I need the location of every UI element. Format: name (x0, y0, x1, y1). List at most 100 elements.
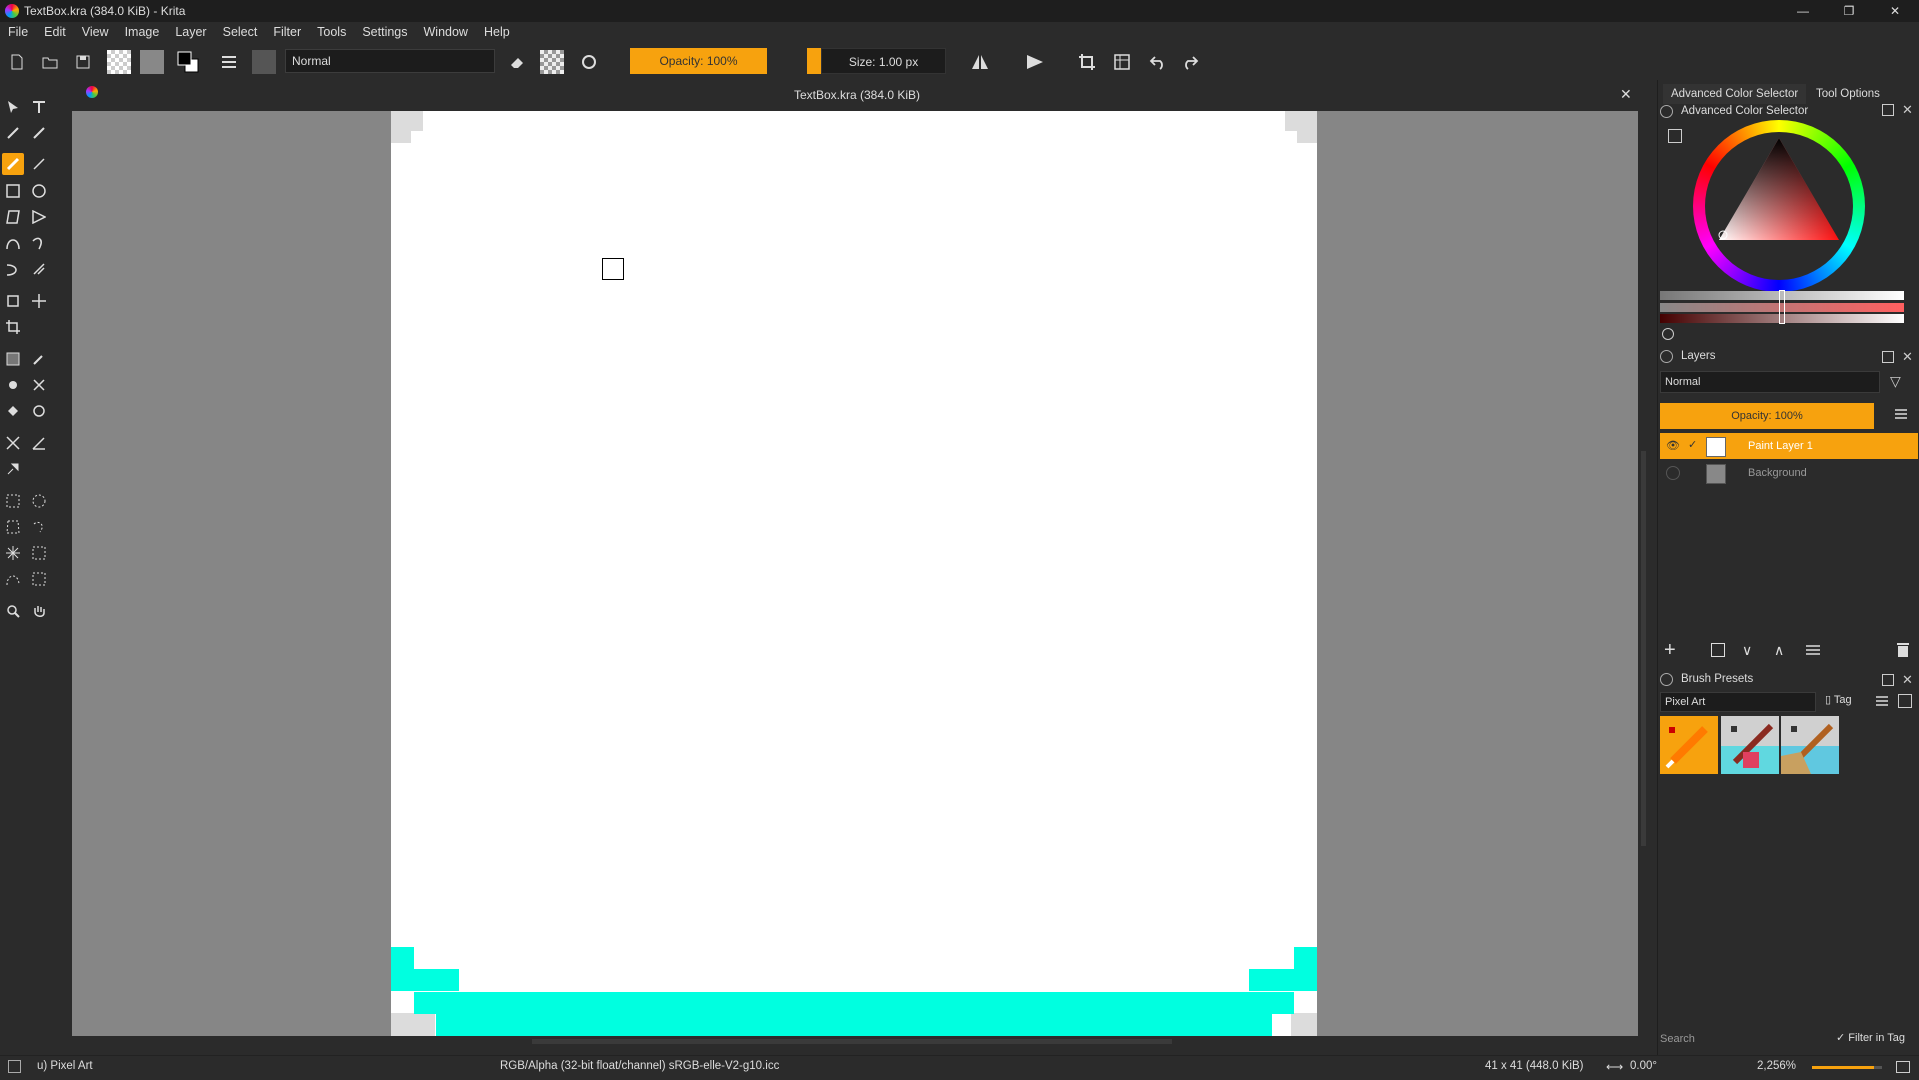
vertical-scroll-thumb[interactable] (1641, 451, 1646, 846)
add-layer-icon[interactable]: + (1664, 640, 1676, 660)
opacity-slider[interactable]: Opacity: 100% (630, 48, 767, 74)
bezier-selection-tool-icon[interactable] (2, 568, 24, 590)
line-tool-icon[interactable] (28, 153, 50, 175)
freehand-brush-tool-icon[interactable] (2, 153, 24, 175)
move-tool-icon[interactable] (28, 290, 50, 312)
float-layers-panel-icon[interactable] (1882, 351, 1894, 363)
menu-settings[interactable]: Settings (354, 22, 415, 44)
preserve-alpha-icon[interactable] (540, 50, 564, 74)
open-folder-icon[interactable] (38, 50, 62, 74)
brush-preset-pixel-texture[interactable] (1781, 716, 1839, 774)
save-icon[interactable] (71, 50, 95, 74)
color-selector-settings-icon[interactable] (1668, 129, 1682, 143)
menu-help[interactable]: Help (476, 22, 518, 44)
gradient-tool-icon[interactable] (2, 348, 24, 370)
close-layers-panel-icon[interactable]: ✕ (1902, 349, 1913, 365)
delete-layer-icon[interactable] (1896, 642, 1910, 658)
polygonal-selection-tool-icon[interactable] (2, 516, 24, 538)
tag-button[interactable]: ▯ Tag (1825, 693, 1852, 706)
menu-select[interactable]: Select (215, 22, 266, 44)
undo-icon[interactable] (1146, 50, 1170, 74)
elliptical-selection-tool-icon[interactable] (28, 490, 50, 512)
brush-preset-icon[interactable] (252, 50, 276, 74)
slider-handle[interactable] (1779, 290, 1785, 324)
layer-row-paint-layer-1[interactable]: 👁 ✓ Paint Layer 1 (1660, 433, 1918, 459)
vertical-scrollbar[interactable] (1638, 111, 1650, 1036)
float-panel-icon[interactable] (1882, 104, 1894, 116)
redo-icon[interactable] (1178, 50, 1202, 74)
layer-name[interactable]: Paint Layer 1 (1748, 440, 1813, 452)
close-panel-icon[interactable]: ✕ (1902, 102, 1913, 118)
refresh-icon[interactable] (1662, 328, 1674, 340)
pattern-selector-icon[interactable] (140, 50, 164, 74)
colorize-mask-tool-icon[interactable] (2, 374, 24, 396)
canvas-only-mode-icon[interactable] (1896, 1061, 1910, 1073)
preset-display-icon[interactable] (1898, 694, 1912, 708)
brush-size-slider[interactable]: Size: 1.00 px (821, 48, 946, 74)
contiguous-selection-tool-icon[interactable] (2, 542, 24, 564)
close-brush-presets-icon[interactable]: ✕ (1902, 672, 1913, 688)
transform-tool-icon[interactable] (2, 290, 24, 312)
dynamic-brush-tool-icon[interactable] (2, 258, 24, 280)
calligraphy-tool-icon[interactable] (28, 122, 50, 144)
brush-presets-lock-icon[interactable] (1660, 673, 1673, 686)
visibility-eye-icon[interactable]: 👁 (1666, 439, 1680, 452)
multibrush-tool-icon[interactable] (28, 258, 50, 280)
color-picker-tool-icon[interactable] (28, 348, 50, 370)
freehand-selection-tool-icon[interactable] (28, 516, 50, 538)
fill-tool-icon[interactable] (2, 400, 24, 422)
document-tab-title[interactable]: TextBox.kra (384.0 KiB) (72, 88, 1642, 102)
magnetic-selection-tool-icon[interactable] (28, 568, 50, 590)
enclose-fill-tool-icon[interactable] (28, 400, 50, 422)
visibility-eye-icon[interactable] (1666, 466, 1680, 480)
crop-tool-icon[interactable] (2, 316, 24, 338)
float-brush-presets-icon[interactable] (1882, 674, 1894, 686)
bezier-tool-icon[interactable] (2, 232, 24, 254)
menu-edit[interactable]: Edit (36, 22, 74, 44)
layer-opacity-slider[interactable]: Opacity: 100% (1660, 403, 1874, 429)
color-hue-ring[interactable] (1693, 120, 1865, 292)
layer-name[interactable]: Background (1748, 467, 1807, 479)
text-tool-icon[interactable] (28, 96, 50, 118)
polyline-tool-icon[interactable] (28, 206, 50, 228)
gradient-selector-icon[interactable] (107, 50, 131, 74)
edit-shapes-tool-icon[interactable] (2, 122, 24, 144)
maximize-button[interactable]: ❐ (1826, 0, 1872, 22)
panel-lock-icon[interactable] (1660, 105, 1673, 118)
horizontal-scrollbar[interactable] (72, 1036, 1638, 1048)
rotation-icon[interactable]: ⟷ (1606, 1060, 1623, 1074)
canvas[interactable] (391, 111, 1317, 1036)
blend-mode-select[interactable]: Normal (285, 49, 495, 73)
menu-image[interactable]: Image (117, 22, 168, 44)
zoom-slider[interactable] (1812, 1066, 1882, 1069)
horizontal-scroll-thumb[interactable] (532, 1039, 1172, 1044)
menu-file[interactable]: File (0, 22, 36, 44)
brush-search-input[interactable]: Search (1660, 1030, 1830, 1053)
ellipse-tool-icon[interactable] (28, 180, 50, 202)
selection-status-icon[interactable] (8, 1060, 21, 1073)
brush-settings-icon[interactable] (217, 50, 241, 74)
menu-view[interactable]: View (74, 22, 117, 44)
similar-color-selection-tool-icon[interactable] (28, 542, 50, 564)
crop-toolbar-icon[interactable] (1075, 50, 1099, 74)
smart-patch-tool-icon[interactable] (28, 374, 50, 396)
menu-window[interactable]: Window (416, 22, 476, 44)
brush-preset-pixel-dither[interactable] (1721, 716, 1779, 774)
measure-tool-icon[interactable] (28, 432, 50, 454)
tab-advanced-color-selector[interactable]: Advanced Color Selector (1663, 84, 1807, 104)
preset-view-options-icon[interactable] (1875, 694, 1889, 708)
reference-images-tool-icon[interactable] (2, 458, 24, 480)
mirror-vertical-icon[interactable] (1023, 50, 1047, 74)
close-document-button[interactable]: ✕ (1620, 86, 1632, 103)
mirror-horizontal-icon[interactable] (968, 50, 992, 74)
move-layer-up-icon[interactable]: ∧ (1774, 642, 1784, 659)
layer-menu-icon[interactable] (1894, 407, 1908, 421)
menu-filter[interactable]: Filter (265, 22, 309, 44)
rectangular-selection-tool-icon[interactable] (2, 490, 24, 512)
move-layer-down-icon[interactable]: ∨ (1742, 642, 1752, 659)
brush-tag-select[interactable]: Pixel Art (1660, 692, 1816, 712)
fg-bg-color-icon[interactable] (176, 50, 200, 74)
freehand-path-tool-icon[interactable] (28, 232, 50, 254)
assistant-tool-icon[interactable] (2, 432, 24, 454)
pan-tool-icon[interactable] (28, 600, 50, 622)
